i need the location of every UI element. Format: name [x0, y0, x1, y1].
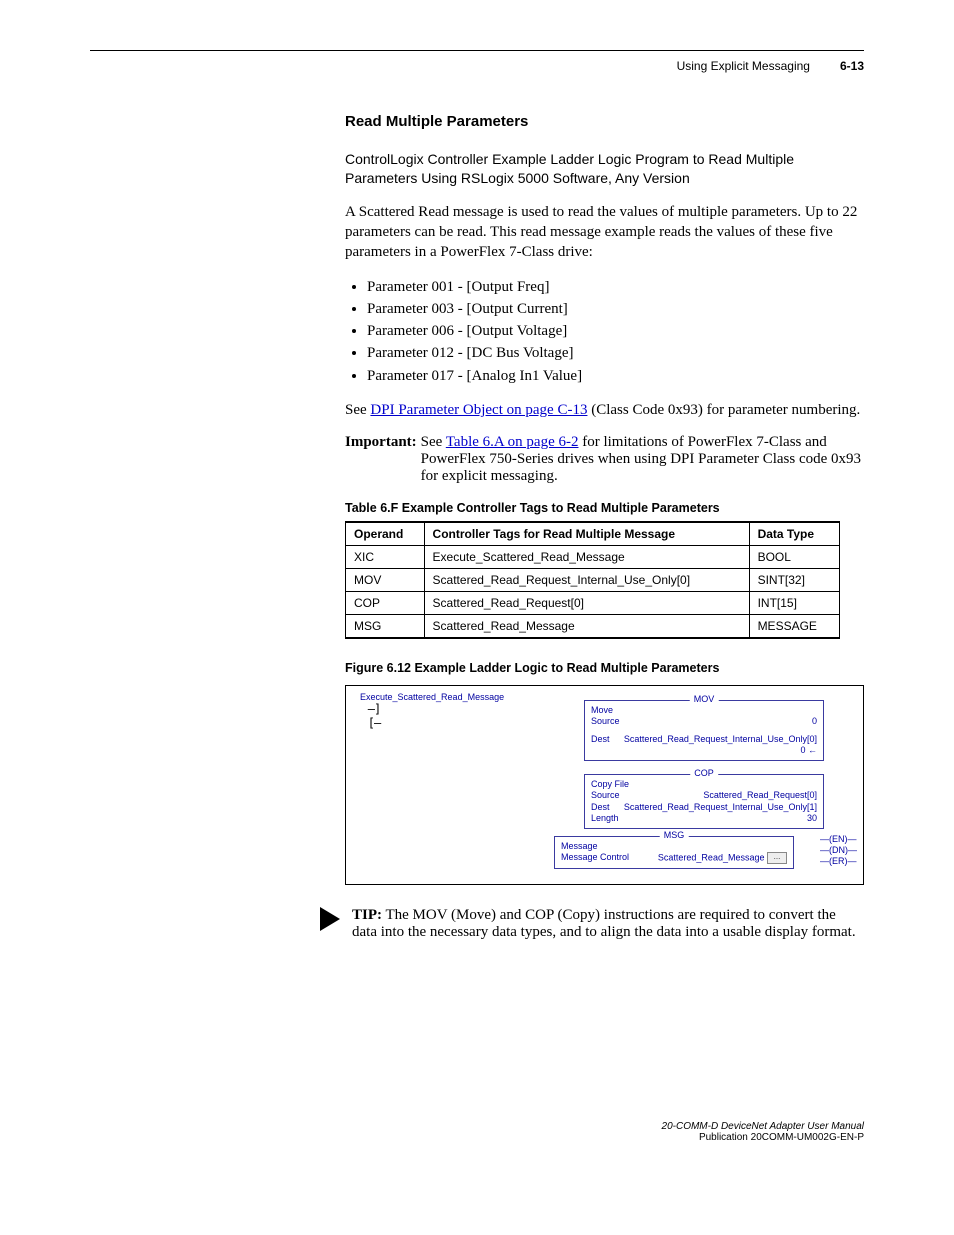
see-paragraph: See DPI Parameter Object on page C-13 (C…	[345, 400, 864, 420]
msg-coils: EN DN ER	[820, 834, 857, 866]
cop-line1: Copy File	[591, 779, 817, 790]
table-header: Data Type	[749, 522, 839, 546]
see-suffix: (Class Code 0x93) for parameter numberin…	[587, 402, 860, 418]
table-row: MSG Scattered_Read_Message MESSAGE	[346, 615, 840, 639]
table-header: Operand	[346, 522, 425, 546]
mov-line1: Move	[591, 705, 817, 716]
page-footer: 20-COMM-D DeviceNet Adapter User Manual …	[345, 1121, 864, 1143]
msg-title: MSG	[660, 830, 689, 841]
table-cell: MESSAGE	[749, 615, 839, 639]
scattered-paragraph: A Scattered Read message is used to read…	[345, 202, 864, 263]
list-item: Parameter 017 - [Analog In1 Value]	[367, 366, 864, 386]
tip-body: The MOV (Move) and COP (Copy) instructio…	[352, 907, 856, 940]
tip-note: TIP: The MOV (Move) and COP (Copy) instr…	[345, 907, 864, 941]
table-cell: MOV	[346, 569, 425, 592]
controller-tags-table: Operand Controller Tags for Read Multipl…	[345, 521, 840, 639]
important-note: Important: See Table 6.A on page 6-2 for…	[345, 434, 864, 485]
important-label: Important:	[345, 434, 417, 485]
figure-title: Figure 6.12 Example Ladder Logic to Read…	[345, 661, 864, 675]
important-prefix: See	[421, 434, 446, 450]
coil-en: EN	[820, 834, 857, 845]
coil-er: ER	[820, 856, 857, 867]
table-cell: BOOL	[749, 546, 839, 569]
xic-symbol: —] [—	[360, 702, 570, 730]
header-chapter: Using Explicit Messaging	[677, 59, 810, 73]
mov-dest-value: Scattered_Read_Request_Internal_Use_Only…	[624, 734, 817, 745]
cop-length-label: Length	[591, 813, 619, 824]
msg-control-label: Message Control	[561, 852, 629, 864]
cop-instruction: COP Copy File SourceScattered_Read_Reque…	[584, 774, 824, 829]
list-item: Parameter 003 - [Output Current]	[367, 299, 864, 319]
tip-icon-wrap	[290, 907, 340, 931]
list-item: Parameter 001 - [Output Freq]	[367, 277, 864, 297]
cop-title: COP	[690, 768, 718, 779]
parameter-list: Parameter 001 - [Output Freq] Parameter …	[345, 277, 864, 386]
cop-dest-value: Scattered_Read_Request_Internal_Use_Only…	[624, 802, 817, 813]
list-item: Parameter 006 - [Output Voltage]	[367, 321, 864, 341]
mov-source-label: Source	[591, 716, 620, 727]
table-cell: Scattered_Read_Message	[424, 615, 749, 639]
msg-line1: Message	[561, 841, 787, 852]
header-page-number: 6-13	[840, 59, 864, 73]
mov-instruction: MOV Move Source0 DestScattered_Read_Requ…	[584, 700, 824, 761]
table-row: MOV Scattered_Read_Request_Internal_Use_…	[346, 569, 840, 592]
table-title: Table 6.F Example Controller Tags to Rea…	[345, 501, 864, 515]
footer-publication: Publication 20COMM-UM002G-EN-P	[345, 1132, 864, 1143]
section-title: Read Multiple Parameters	[345, 113, 864, 130]
table-row: XIC Execute_Scattered_Read_Message BOOL	[346, 546, 840, 569]
table-cell: SINT[32]	[749, 569, 839, 592]
mov-source-value: 0	[812, 716, 817, 727]
table-row: COP Scattered_Read_Request[0] INT[15]	[346, 592, 840, 615]
tip-arrow-icon	[320, 907, 340, 931]
table-6a-link[interactable]: Table 6.A on page 6-2	[446, 434, 579, 450]
cop-dest-label: Dest	[591, 802, 610, 813]
xic-tag: Execute_Scattered_Read_Message	[360, 692, 570, 702]
dpi-parameter-link[interactable]: DPI Parameter Object on page C-13	[370, 402, 587, 418]
list-item: Parameter 012 - [DC Bus Voltage]	[367, 343, 864, 363]
table-cell: Scattered_Read_Request_Internal_Use_Only…	[424, 569, 749, 592]
table-cell: XIC	[346, 546, 425, 569]
cop-source-label: Source	[591, 790, 620, 801]
mov-dest-sub: 0	[800, 745, 805, 755]
footer-manual-title: 20-COMM-D DeviceNet Adapter User Manual	[345, 1121, 864, 1132]
header-rule	[90, 50, 864, 51]
table-header: Controller Tags for Read Multiple Messag…	[424, 522, 749, 546]
mov-title: MOV	[690, 694, 719, 705]
table-cell: MSG	[346, 615, 425, 639]
see-prefix: See	[345, 402, 370, 418]
cop-source-value: Scattered_Read_Request[0]	[703, 790, 817, 801]
cop-length-value: 30	[807, 813, 817, 824]
page-header: Using Explicit Messaging 6-13	[90, 59, 864, 73]
msg-instruction: MSG Message Message Control Scattered_Re…	[554, 836, 794, 869]
msg-config-button[interactable]: ...	[767, 852, 787, 864]
tip-label: TIP:	[352, 907, 382, 923]
msg-control-value: Scattered_Read_Message	[658, 853, 765, 863]
table-cell: COP	[346, 592, 425, 615]
table-cell: INT[15]	[749, 592, 839, 615]
important-body: See Table 6.A on page 6-2 for limitation…	[421, 434, 864, 485]
table-cell: Scattered_Read_Request[0]	[424, 592, 749, 615]
coil-dn: DN	[820, 845, 857, 856]
ladder-diagram: Execute_Scattered_Read_Message —] [— MOV…	[345, 685, 864, 885]
table-cell: Execute_Scattered_Read_Message	[424, 546, 749, 569]
mov-dest-label: Dest	[591, 734, 610, 745]
intro-paragraph: ControlLogix Controller Example Ladder L…	[345, 150, 864, 188]
